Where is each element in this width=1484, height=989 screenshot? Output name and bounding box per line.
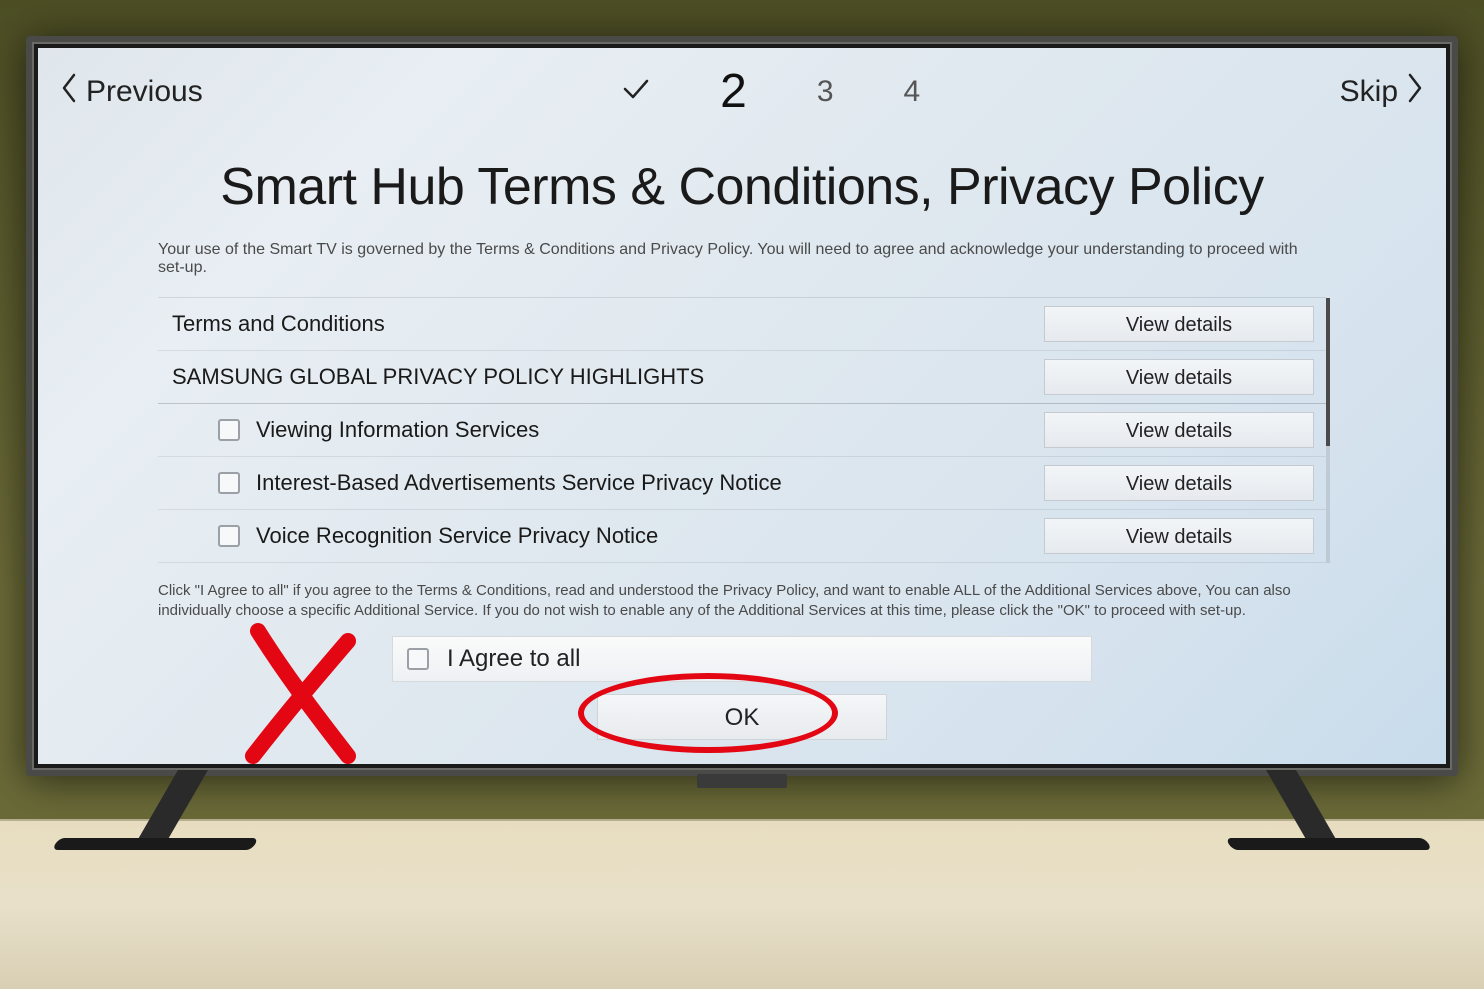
agreement-row-viewing-info[interactable]: Viewing Information Services View detail… [158, 404, 1326, 457]
view-details-button[interactable]: View details [1044, 518, 1314, 554]
agreement-row-voice-recognition[interactable]: Voice Recognition Service Privacy Notice… [158, 510, 1326, 563]
scrollbar[interactable] [1326, 298, 1330, 563]
tv-frame: Previous 2 3 4 Skip Smart Hub Terms & Co… [26, 36, 1458, 776]
view-details-button[interactable]: View details [1044, 465, 1314, 501]
previous-button[interactable]: Previous [60, 73, 203, 111]
view-details-button[interactable]: View details [1044, 412, 1314, 448]
ok-button[interactable]: OK [597, 694, 887, 740]
step-3: 3 [817, 75, 834, 109]
previous-label: Previous [86, 75, 203, 109]
view-details-button[interactable]: View details [1044, 306, 1314, 342]
agreement-label: SAMSUNG GLOBAL PRIVACY POLICY HIGHLIGHTS [172, 364, 704, 390]
agreements-list: Terms and Conditions View details SAMSUN… [158, 297, 1326, 563]
skip-button[interactable]: Skip [1340, 73, 1424, 111]
agreement-label: Voice Recognition Service Privacy Notice [256, 523, 658, 549]
step-current: 2 [720, 64, 747, 119]
step-completed-icon [622, 75, 650, 109]
page-title: Smart Hub Terms & Conditions, Privacy Po… [158, 157, 1326, 217]
agree-all-checkbox[interactable] [407, 648, 429, 670]
agreement-row-interest-ads[interactable]: Interest-Based Advertisements Service Pr… [158, 457, 1326, 510]
tv-brand-label [697, 774, 787, 788]
chevron-right-icon [1406, 73, 1424, 111]
setup-stepper: 2 3 4 [622, 64, 920, 119]
agree-all-label: I Agree to all [447, 645, 580, 673]
agreement-row-terms[interactable]: Terms and Conditions View details [158, 298, 1326, 351]
view-details-button[interactable]: View details [1044, 359, 1314, 395]
checkbox[interactable] [218, 472, 240, 494]
fineprint-text: Click "I Agree to all" if you agree to t… [158, 581, 1326, 622]
setup-topbar: Previous 2 3 4 Skip [38, 48, 1446, 127]
agreement-label: Viewing Information Services [256, 417, 539, 443]
checkbox[interactable] [218, 419, 240, 441]
agreement-row-privacy-highlights[interactable]: SAMSUNG GLOBAL PRIVACY POLICY HIGHLIGHTS… [158, 351, 1326, 404]
page-subtitle: Your use of the Smart TV is governed by … [158, 241, 1326, 277]
checkbox[interactable] [218, 525, 240, 547]
skip-label: Skip [1340, 75, 1398, 109]
agreement-label: Terms and Conditions [172, 311, 385, 337]
tv-screen: Previous 2 3 4 Skip Smart Hub Terms & Co… [38, 48, 1446, 764]
chevron-left-icon [60, 73, 78, 111]
agree-all-row[interactable]: I Agree to all [392, 636, 1092, 682]
step-4: 4 [904, 75, 921, 109]
agreement-label: Interest-Based Advertisements Service Pr… [256, 470, 782, 496]
